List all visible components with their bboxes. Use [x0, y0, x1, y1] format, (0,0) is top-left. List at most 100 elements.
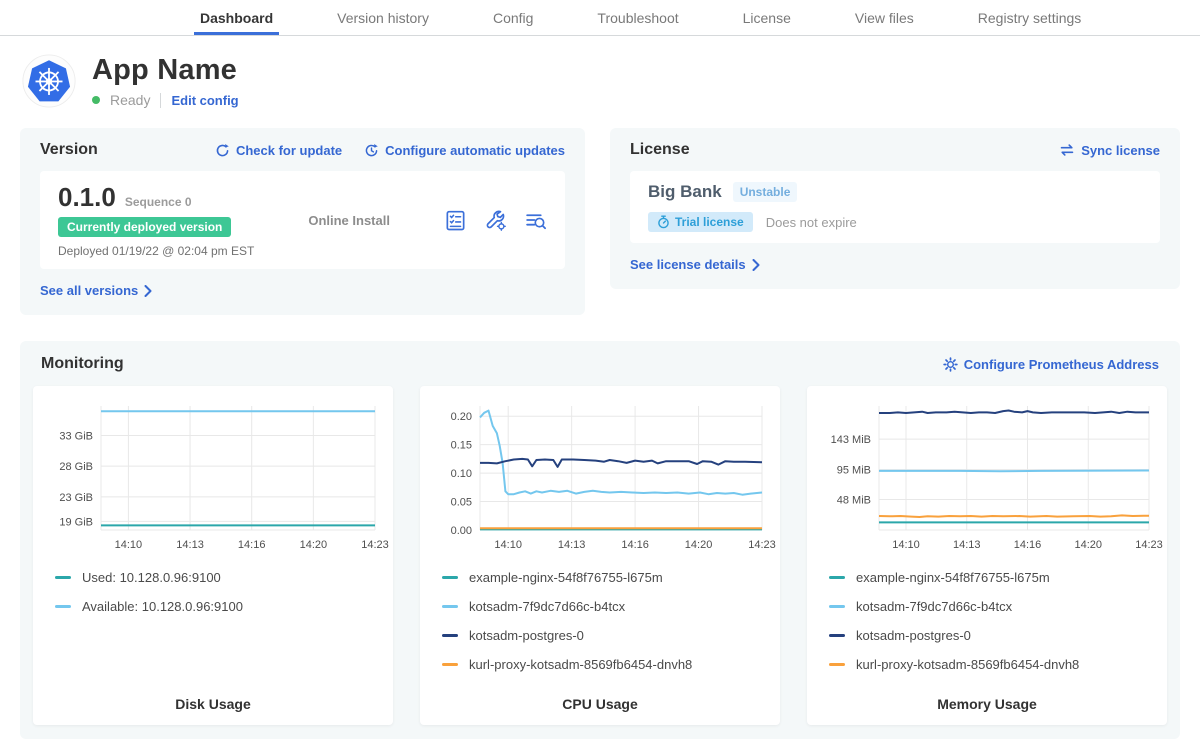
legend-label: kotsadm-postgres-0: [856, 628, 971, 643]
svg-text:28 GiB: 28 GiB: [59, 461, 93, 473]
svg-text:33 GiB: 33 GiB: [59, 430, 93, 442]
legend-item: Used: 10.128.0.96:9100: [55, 570, 381, 585]
svg-text:14:20: 14:20: [300, 539, 328, 551]
disk-usage-card: 14:1014:1314:1614:2014:2319 GiB23 GiB28 …: [33, 386, 393, 725]
legend-dash: [442, 576, 458, 579]
version-number: 0.1.0: [58, 182, 116, 213]
summary-cards-row: Version Check for update Configure autom…: [0, 114, 1200, 315]
tab-registry-settings[interactable]: Registry settings: [972, 0, 1087, 35]
svg-text:14:16: 14:16: [1014, 539, 1042, 551]
tab-license[interactable]: License: [737, 0, 797, 35]
svg-text:14:23: 14:23: [748, 539, 776, 551]
license-card: License Sync license Big Bank Unstable T…: [610, 128, 1180, 289]
legend-item: kurl-proxy-kotsadm-8569fb6454-dnvh8: [829, 657, 1155, 672]
expiry-label: Does not expire: [766, 215, 857, 230]
svg-text:14:10: 14:10: [115, 539, 143, 551]
view-logs-icon[interactable]: [524, 209, 547, 232]
sequence-label: Sequence 0: [125, 195, 192, 209]
monitoring-title: Monitoring: [41, 355, 124, 373]
legend-item: kotsadm-7f9dc7d66c-b4tcx: [442, 599, 768, 614]
legend-item: kotsadm-7f9dc7d66c-b4tcx: [829, 599, 1155, 614]
legend-label: kurl-proxy-kotsadm-8569fb6454-dnvh8: [469, 657, 692, 672]
svg-text:14:23: 14:23: [361, 539, 389, 551]
see-license-details-link[interactable]: See license details: [630, 257, 760, 272]
trial-license-badge: Trial license: [648, 212, 753, 232]
legend-label: example-nginx-54f8f76755-l675m: [469, 570, 663, 585]
legend-label: kurl-proxy-kotsadm-8569fb6454-dnvh8: [856, 657, 1079, 672]
top-navigation: Dashboard Version history Config Trouble…: [0, 0, 1200, 36]
svg-text:0.05: 0.05: [451, 497, 472, 509]
install-type-label: Online Install: [308, 213, 390, 228]
legend-item: kotsadm-postgres-0: [829, 628, 1155, 643]
memory-usage-card: 14:1014:1314:1614:2014:2348 MiB95 MiB143…: [807, 386, 1167, 725]
tab-dashboard[interactable]: Dashboard: [194, 0, 279, 35]
channel-badge: Unstable: [733, 182, 798, 202]
svg-text:14:23: 14:23: [1135, 539, 1163, 551]
legend-label: Available: 10.128.0.96:9100: [82, 599, 243, 614]
legend-dash: [829, 663, 845, 666]
sync-arrows-icon: [1059, 143, 1075, 157]
customer-name: Big Bank: [648, 182, 722, 202]
legend-dash: [55, 576, 71, 579]
chart-title: Memory Usage: [819, 686, 1155, 712]
legend-label: Used: 10.128.0.96:9100: [82, 570, 221, 585]
config-wrench-icon[interactable]: [484, 209, 507, 232]
edit-config-link[interactable]: Edit config: [171, 93, 238, 108]
svg-text:14:13: 14:13: [176, 539, 204, 551]
stopwatch-icon: [657, 215, 670, 229]
tab-view-files[interactable]: View files: [849, 0, 920, 35]
svg-text:14:10: 14:10: [494, 539, 522, 551]
legend-label: kotsadm-7f9dc7d66c-b4tcx: [469, 599, 625, 614]
version-card-title: Version: [40, 141, 98, 159]
legend-dash: [442, 605, 458, 608]
clock-refresh-icon: [364, 143, 379, 158]
chevron-right-icon: [144, 285, 152, 297]
svg-text:0.15: 0.15: [451, 440, 472, 452]
svg-text:14:13: 14:13: [953, 539, 981, 551]
status-dot: [92, 96, 100, 104]
legend-item: kotsadm-postgres-0: [442, 628, 768, 643]
legend-dash: [442, 663, 458, 666]
memory-usage-legend: example-nginx-54f8f76755-l675m kotsadm-7f…: [819, 570, 1155, 686]
legend-item: example-nginx-54f8f76755-l675m: [442, 570, 768, 585]
check-for-update-link[interactable]: Check for update: [215, 143, 342, 158]
deployed-badge: Currently deployed version: [58, 217, 231, 237]
refresh-icon: [215, 143, 230, 158]
kubernetes-logo-icon: [22, 54, 76, 108]
legend-dash: [829, 605, 845, 608]
page-title: App Name: [92, 54, 239, 87]
legend-label: example-nginx-54f8f76755-l675m: [856, 570, 1050, 585]
legend-item: Available: 10.128.0.96:9100: [55, 599, 381, 614]
configure-automatic-updates-link[interactable]: Configure automatic updates: [364, 143, 565, 158]
cpu-usage-legend: example-nginx-54f8f76755-l675m kotsadm-7f…: [432, 570, 768, 686]
legend-dash: [829, 576, 845, 579]
svg-text:14:13: 14:13: [558, 539, 586, 551]
preflight-checks-icon[interactable]: [444, 209, 467, 232]
license-box: Big Bank Unstable Trial license Does not…: [630, 171, 1160, 243]
svg-text:0.20: 0.20: [451, 411, 472, 423]
svg-text:14:16: 14:16: [621, 539, 649, 551]
cpu-usage-card: 14:1014:1314:1614:2014:230.000.050.100.1…: [420, 386, 780, 725]
legend-label: kotsadm-7f9dc7d66c-b4tcx: [856, 599, 1012, 614]
legend-item: example-nginx-54f8f76755-l675m: [829, 570, 1155, 585]
configure-prometheus-link[interactable]: Configure Prometheus Address: [943, 357, 1159, 372]
tab-version-history[interactable]: Version history: [331, 0, 435, 35]
svg-text:48 MiB: 48 MiB: [837, 494, 871, 506]
disk-usage-legend: Used: 10.128.0.96:9100 Available: 10.128.…: [45, 570, 381, 628]
see-all-versions-link[interactable]: See all versions: [40, 283, 152, 298]
status-text: Ready: [110, 92, 150, 108]
svg-text:14:16: 14:16: [238, 539, 266, 551]
svg-text:14:20: 14:20: [685, 539, 713, 551]
monitoring-panel: Monitoring Configure Prometheus Address …: [20, 341, 1180, 739]
legend-dash: [55, 605, 71, 608]
svg-text:0.00: 0.00: [451, 525, 472, 537]
app-header: App Name Ready Edit config: [0, 36, 1200, 114]
tab-config[interactable]: Config: [487, 0, 539, 35]
version-card: Version Check for update Configure autom…: [20, 128, 585, 315]
tab-troubleshoot[interactable]: Troubleshoot: [591, 0, 684, 35]
sync-license-link[interactable]: Sync license: [1059, 143, 1160, 158]
chevron-right-icon: [752, 259, 760, 271]
chart-title: Disk Usage: [45, 686, 381, 712]
svg-text:14:20: 14:20: [1074, 539, 1102, 551]
chart-title: CPU Usage: [432, 686, 768, 712]
